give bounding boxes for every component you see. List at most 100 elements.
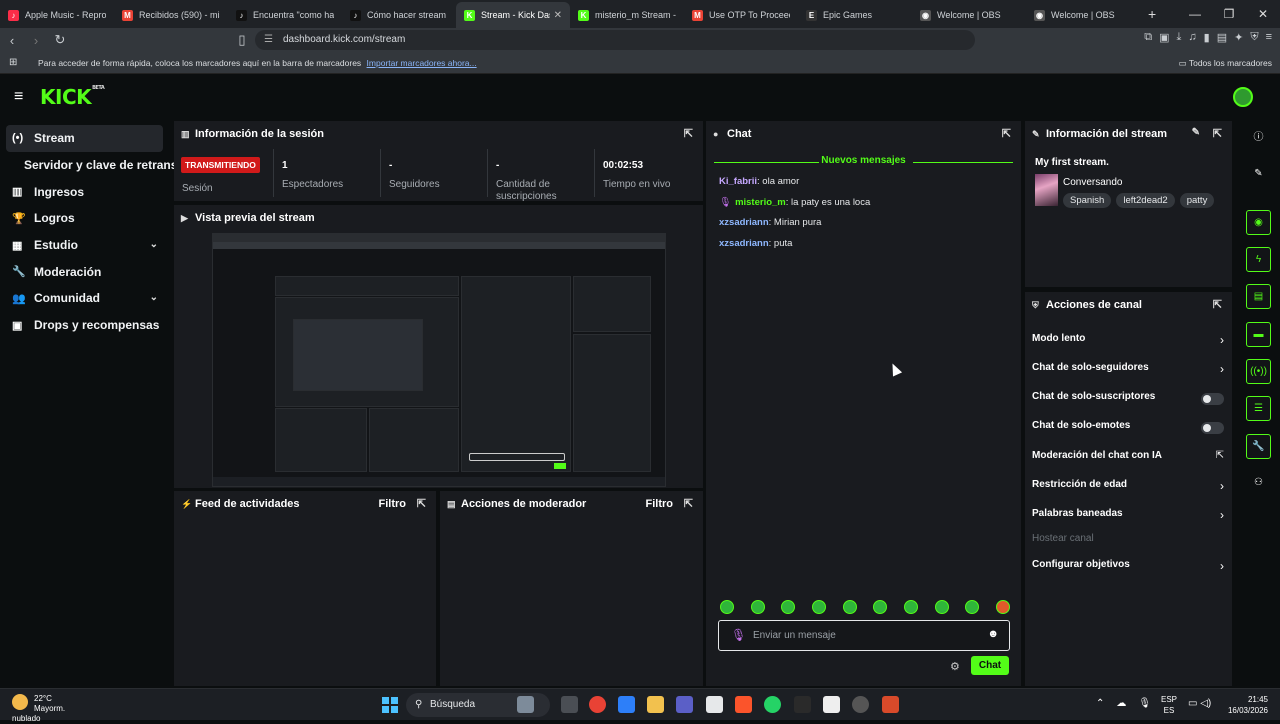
emote-icon[interactable] bbox=[995, 600, 1010, 614]
chat-message[interactable]: xzsadriann: puta bbox=[719, 238, 792, 249]
external-link-icon[interactable]: ⇱ bbox=[1216, 450, 1224, 461]
leo-icon[interactable]: ✦ bbox=[1234, 31, 1243, 44]
chat-message-input[interactable]: 🎙 Enviar un mensaje ☻ bbox=[718, 620, 1010, 651]
stream-tag[interactable]: patty bbox=[1179, 193, 1215, 208]
lightning-icon[interactable]: ϟ bbox=[1246, 247, 1271, 272]
edit-icon[interactable]: ✎ bbox=[1192, 127, 1200, 138]
channel-action[interactable]: Restricción de edad › bbox=[1032, 479, 1224, 499]
sidebar-item[interactable]: ▦ Estudio ⌄ bbox=[0, 232, 172, 259]
channel-action[interactable]: Modo lento › bbox=[1032, 333, 1224, 353]
menu-icon[interactable]: ≡ bbox=[1266, 31, 1272, 44]
browser-tab[interactable]: ♪ Apple Music - Reproductor bbox=[0, 2, 114, 28]
emote-icon[interactable] bbox=[934, 600, 949, 614]
popout-icon[interactable]: ⇱ bbox=[1213, 127, 1222, 140]
steam-icon[interactable] bbox=[852, 696, 869, 713]
chat-username[interactable]: misterio_m bbox=[735, 197, 786, 208]
toggle-switch[interactable] bbox=[1201, 422, 1224, 434]
toggle-switch[interactable] bbox=[1201, 393, 1224, 405]
file-explorer-icon[interactable] bbox=[647, 696, 664, 713]
chevron-down-icon[interactable]: ⌄ bbox=[150, 239, 158, 250]
channel-action[interactable]: Chat de solo-suscriptores bbox=[1032, 391, 1224, 411]
browser-tab[interactable]: Kmisterio_m Stream - W bbox=[570, 2, 684, 28]
sidebar-item[interactable]: 👥 Comunidad ⌄ bbox=[0, 285, 172, 312]
language-indicator[interactable]: ESP ES bbox=[1161, 694, 1177, 716]
popout-icon[interactable]: ⇱ bbox=[684, 127, 693, 140]
chat-message[interactable]: Ki_fabrii: ola amor bbox=[719, 176, 799, 187]
store-icon[interactable] bbox=[706, 696, 723, 713]
popout-icon[interactable]: ⇱ bbox=[417, 497, 426, 510]
copilot-icon[interactable] bbox=[618, 696, 635, 713]
reload-icon[interactable]: ↻ bbox=[48, 32, 72, 48]
chevron-right-icon[interactable]: › bbox=[1220, 508, 1224, 522]
mic-tray-icon[interactable]: 🎙 bbox=[1138, 698, 1151, 709]
forward-icon[interactable]: › bbox=[24, 33, 48, 48]
url-input[interactable]: ☰ dashboard.kick.com/stream bbox=[255, 30, 975, 50]
browser-tab[interactable]: M Recibidos (590) - miste bbox=[114, 2, 228, 28]
chat-message[interactable]: xzsadriann: Mirian pura bbox=[719, 217, 821, 228]
browser-tab[interactable]: M Use OTP To Proceed - bbox=[684, 2, 798, 28]
chat-settings-icon[interactable]: ⚙ bbox=[950, 660, 960, 673]
new-tab-icon[interactable]: + bbox=[1148, 6, 1156, 22]
emote-icon[interactable] bbox=[811, 600, 826, 614]
all-bookmarks-button[interactable]: ▭ Todos los marcadores bbox=[1179, 52, 1272, 74]
popout-icon[interactable]: ⇱ bbox=[1002, 127, 1011, 140]
whatsapp-icon[interactable] bbox=[764, 696, 781, 713]
apps-icon[interactable]: ⊞ bbox=[9, 52, 17, 74]
channel-action[interactable]: Chat de solo-emotes bbox=[1032, 420, 1224, 440]
sidebar-item[interactable]: (•) Stream bbox=[6, 125, 163, 152]
start-icon[interactable] bbox=[382, 697, 398, 713]
emote-icon[interactable] bbox=[781, 600, 796, 614]
stream-tag[interactable]: left2dead2 bbox=[1116, 193, 1175, 208]
pencil-icon[interactable]: ✎ bbox=[1246, 162, 1271, 187]
chrome-icon[interactable] bbox=[589, 696, 606, 713]
chat-username[interactable]: xzsadriann bbox=[719, 217, 769, 228]
chevron-right-icon[interactable]: › bbox=[1220, 559, 1224, 573]
popout-icon[interactable]: ⇱ bbox=[1213, 298, 1222, 311]
emoji-icon[interactable]: ☻ bbox=[987, 628, 999, 640]
site-info-icon[interactable]: ☰ bbox=[264, 30, 273, 50]
bookmark-icon[interactable]: ▯ bbox=[230, 32, 254, 48]
channel-action[interactable]: Configurar objetivos › bbox=[1032, 559, 1224, 579]
people-icon[interactable]: ⚇ bbox=[1246, 471, 1271, 496]
task-view-icon[interactable] bbox=[561, 696, 578, 713]
channel-action[interactable]: Chat de solo-seguidores › bbox=[1032, 362, 1224, 382]
network-app-icon[interactable]: ☁ bbox=[1116, 698, 1126, 709]
chevron-right-icon[interactable]: › bbox=[1220, 479, 1224, 493]
channel-action[interactable]: Palabras baneadas › bbox=[1032, 508, 1224, 528]
l4d2-icon[interactable] bbox=[882, 696, 899, 713]
sidebar-item[interactable]: ▣ Drops y recompensas bbox=[0, 312, 172, 339]
sidebar-item[interactable]: 🔧 Moderación bbox=[0, 258, 172, 285]
stream-tag[interactable]: Spanish bbox=[1063, 193, 1112, 208]
close-icon[interactable]: ✕ bbox=[1246, 0, 1280, 28]
sidebar-icon[interactable]: ▮ bbox=[1204, 31, 1210, 44]
hamburger-menu-icon[interactable]: ≡ bbox=[14, 88, 23, 106]
wrench-icon[interactable]: 🔧 bbox=[1246, 434, 1271, 459]
vpn-icon[interactable]: ⛨ bbox=[1250, 31, 1258, 44]
user-avatar[interactable] bbox=[1233, 87, 1253, 107]
brave-icon[interactable] bbox=[735, 696, 752, 713]
activity-filter-button[interactable]: Filtro bbox=[379, 498, 407, 510]
import-bookmarks-link[interactable]: Importar marcadores ahora... bbox=[367, 58, 477, 68]
teams-icon[interactable] bbox=[676, 696, 693, 713]
info-circle-icon[interactable]: ⓘ bbox=[1246, 126, 1271, 151]
chat-message[interactable]: 🎙 misterio_m: la paty es una loca bbox=[719, 197, 870, 208]
browser-tab[interactable]: E Epic Games bbox=[798, 2, 912, 28]
widget-app-icon[interactable] bbox=[517, 696, 534, 713]
browser-tab[interactable]: ◉ Welcome | OBS bbox=[1026, 2, 1140, 28]
broadcast-icon[interactable]: ((•)) bbox=[1246, 359, 1271, 384]
minimize-icon[interactable]: — bbox=[1178, 0, 1212, 28]
extensions-icon[interactable]: ⧉ bbox=[1144, 31, 1152, 44]
media-icon[interactable]: ♫ bbox=[1188, 31, 1196, 44]
sidebar-item[interactable]: 🏆 Logros bbox=[0, 205, 172, 232]
microphone-icon[interactable]: 🎙 bbox=[731, 628, 746, 642]
popout-icon[interactable]: ⇱ bbox=[684, 497, 693, 510]
maximize-icon[interactable]: ❐ bbox=[1212, 0, 1246, 28]
chat-username[interactable]: xzsadriann bbox=[719, 238, 769, 249]
camera-icon[interactable]: ◉ bbox=[1246, 210, 1271, 235]
emote-icon[interactable] bbox=[965, 600, 980, 614]
chat-icon[interactable]: ▬ bbox=[1246, 322, 1271, 347]
channel-action[interactable]: Moderación del chat con IA ⇱ bbox=[1032, 450, 1224, 470]
browser-tab[interactable]: K Stream - Kick Dashb ✕ bbox=[456, 2, 570, 28]
wifi-volume-icons[interactable]: ▭ ◁) bbox=[1188, 698, 1211, 709]
clipboard-icon[interactable]: ▤ bbox=[1246, 284, 1271, 309]
